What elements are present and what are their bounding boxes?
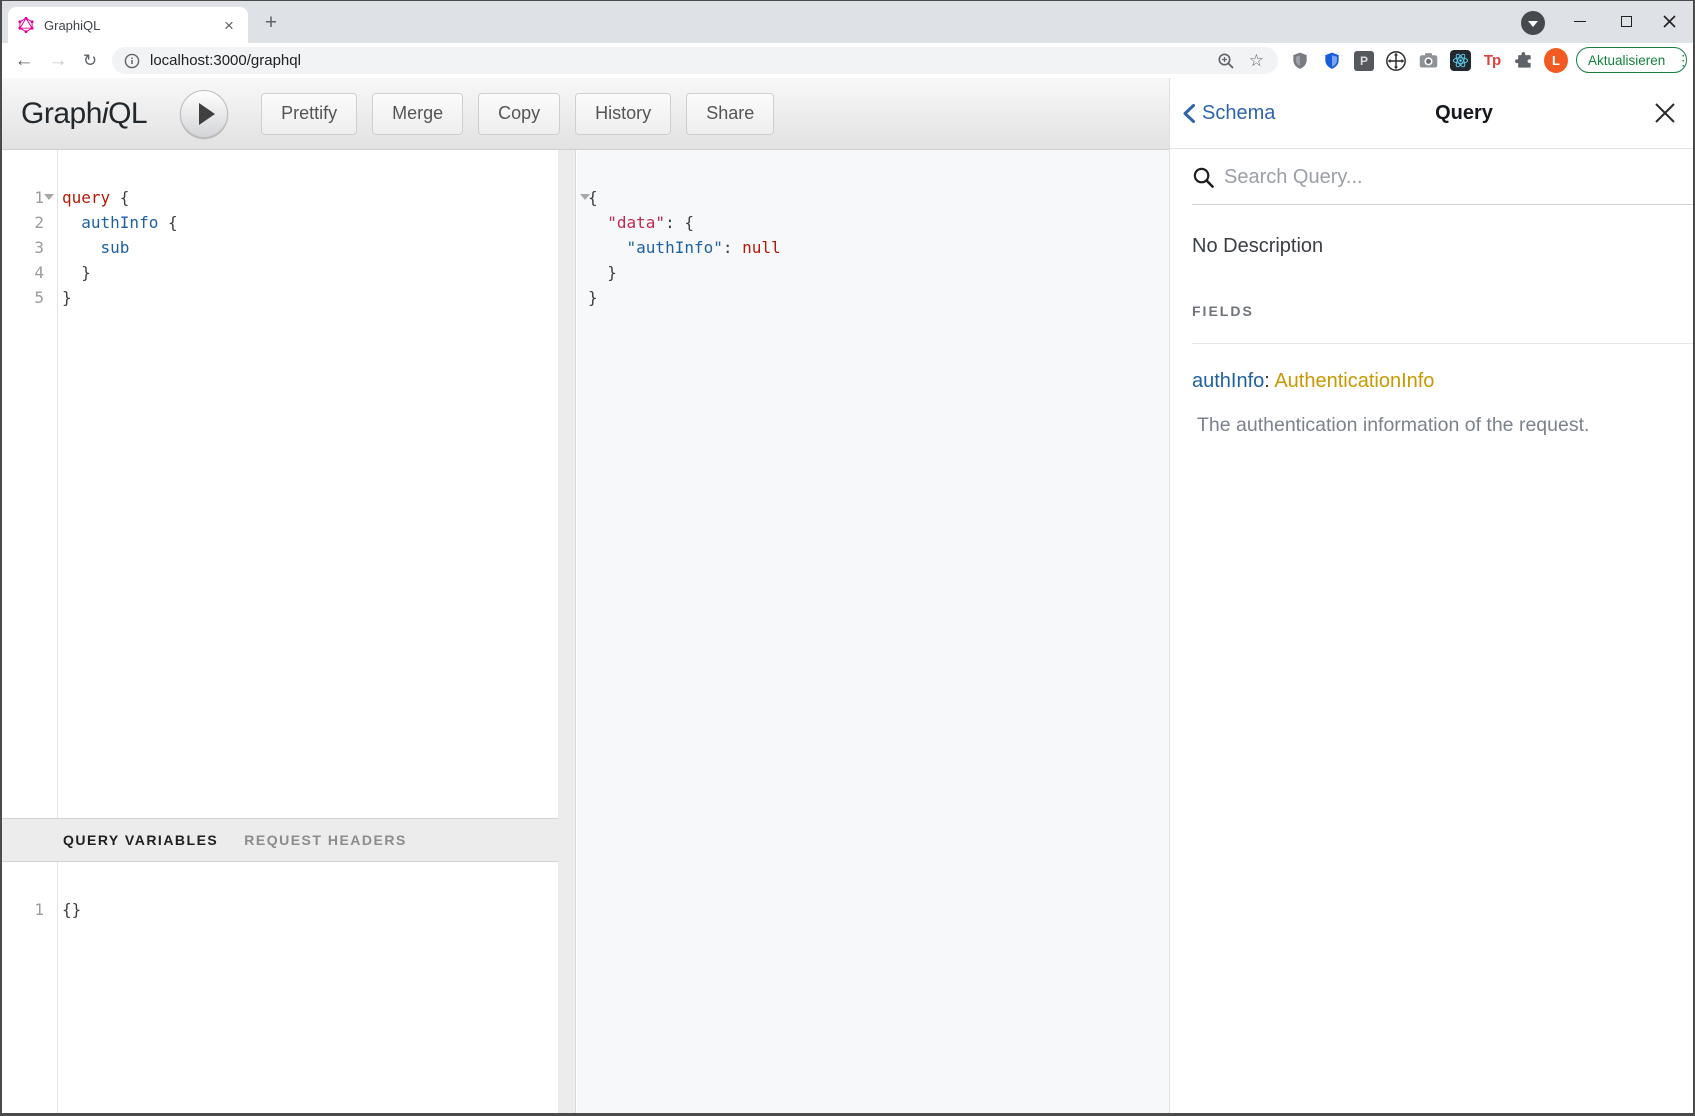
browser-menu-dots-icon[interactable]: ⋮	[1676, 52, 1690, 69]
variables-tab-bar: QUERY VARIABLES REQUEST HEADERS	[0, 818, 558, 862]
docs-back-label: Schema	[1202, 102, 1275, 125]
play-icon	[199, 103, 215, 125]
close-x-icon	[1663, 15, 1676, 28]
graphiql-logo: GraphiQL	[21, 97, 147, 131]
fields-divider	[1192, 343, 1695, 344]
window-border-top	[0, 0, 1695, 1]
code-line: }	[577, 260, 1169, 285]
prettify-button[interactable]: Prettify	[261, 93, 357, 135]
field-type-link[interactable]: AuthenticationInfo	[1274, 370, 1434, 392]
graphiql-toolbar-buttons: Prettify Merge Copy History Share	[261, 93, 774, 135]
history-button[interactable]: History	[575, 93, 671, 135]
p-badge-icon[interactable]: P	[1352, 49, 1376, 73]
query-code[interactable]: 1query {2 authInfo {3 sub4 }5}	[0, 185, 558, 310]
react-devtools-icon[interactable]	[1448, 49, 1472, 73]
tab-close-icon[interactable]: ×	[220, 17, 238, 34]
query-editor-pane[interactable]: 1query {2 authInfo {3 sub4 }5} QUERY VAR…	[0, 150, 558, 1116]
move-crosshair-icon[interactable]	[1384, 49, 1408, 73]
bitwarden-shield-icon[interactable]	[1320, 49, 1344, 73]
new-tab-button[interactable]: +	[258, 10, 284, 36]
search-icon	[1192, 166, 1215, 189]
docs-content: No Description FIELDS authInfo: Authenti…	[1170, 233, 1695, 438]
tab-request-headers[interactable]: REQUEST HEADERS	[244, 832, 407, 848]
tampermonkey-icon[interactable]: Tp	[1480, 49, 1504, 73]
code-line: 2 authInfo {	[0, 210, 558, 235]
update-button-label: Aktualisieren	[1588, 53, 1665, 68]
browser-window: GraphiQL × + ← → ↻ localhost:3000/graphq…	[0, 0, 1695, 1116]
graphql-favicon-icon	[18, 17, 34, 33]
code-line: }	[577, 285, 1169, 310]
chevron-left-icon	[1183, 104, 1195, 123]
back-button[interactable]: ←	[10, 43, 38, 78]
doc-explorer-panel: Schema Query Search Query... No Descript…	[1169, 78, 1695, 1116]
code-line: "authInfo": null	[577, 235, 1169, 260]
search-placeholder: Search Query...	[1224, 166, 1363, 189]
reload-button[interactable]: ↻	[76, 43, 104, 78]
chrome-update-arrow-icon[interactable]	[1521, 11, 1545, 35]
doc-explorer-header: Schema Query	[1170, 78, 1695, 149]
docs-search-field[interactable]: Search Query...	[1170, 149, 1695, 205]
fold-arrow-icon[interactable]	[44, 194, 54, 200]
zoom-icon[interactable]	[1217, 52, 1235, 70]
code-line: 4 }	[0, 260, 558, 285]
docs-panel-title: Query	[1293, 102, 1635, 125]
code-line: 1{}	[0, 897, 558, 922]
url-text[interactable]: localhost:3000/graphql	[150, 52, 1217, 69]
code-line: 3 sub	[0, 235, 558, 260]
variables-editor[interactable]: 1{}	[0, 897, 558, 922]
execute-query-button[interactable]	[180, 90, 228, 138]
code-line: {	[577, 185, 1169, 210]
puzzle-extensions-icon[interactable]	[1512, 49, 1536, 73]
pane-resize-handle[interactable]	[558, 150, 576, 1116]
bookmark-star-icon[interactable]: ☆	[1249, 52, 1264, 69]
address-bar[interactable]: localhost:3000/graphql ☆	[112, 47, 1278, 74]
window-border-left	[0, 0, 2, 1116]
field-description: The authentication information of the re…	[1192, 412, 1673, 438]
share-button[interactable]: Share	[686, 93, 774, 135]
result-pane: { "data": { "authInfo": null }}	[577, 150, 1169, 1116]
code-line: "data": {	[577, 210, 1169, 235]
copy-button[interactable]: Copy	[478, 93, 560, 135]
ublock-shield-icon[interactable]	[1288, 49, 1312, 73]
tab-title: GraphiQL	[44, 18, 220, 33]
type-description: No Description	[1192, 233, 1673, 259]
line-number: 1	[0, 897, 57, 922]
merge-button[interactable]: Merge	[372, 93, 463, 135]
code-line: 5}	[0, 285, 558, 310]
tab-strip: GraphiQL × +	[0, 0, 1695, 43]
line-number: 3	[0, 235, 57, 260]
docs-back-link[interactable]: Schema	[1183, 102, 1293, 125]
profile-avatar[interactable]: L	[1544, 49, 1568, 73]
chrome-update-button[interactable]: Aktualisieren ⋮	[1576, 47, 1687, 73]
search-underline	[1192, 204, 1695, 205]
result-json: { "data": { "authInfo": null }}	[577, 185, 1169, 310]
extensions-row: P Tp L	[1288, 43, 1568, 78]
window-close-button[interactable]	[1652, 6, 1686, 36]
camera-icon[interactable]	[1416, 49, 1440, 73]
close-x-icon	[1654, 102, 1676, 124]
page-info-icon[interactable]	[124, 53, 140, 69]
field-row: authInfo: AuthenticationInfo	[1192, 368, 1673, 394]
code-line: 1query {	[0, 185, 558, 210]
field-name-link[interactable]: authInfo	[1192, 370, 1264, 392]
window-maximize-button[interactable]	[1609, 6, 1643, 36]
graphiql-topbar: GraphiQL Prettify Merge Copy History Sha…	[0, 78, 1170, 150]
fold-arrow-icon[interactable]	[580, 194, 590, 200]
window-minimize-button[interactable]	[1563, 6, 1597, 36]
browser-tab-graphiql[interactable]: GraphiQL ×	[8, 7, 248, 43]
tab-query-variables[interactable]: QUERY VARIABLES	[63, 832, 218, 848]
line-number: 4	[0, 260, 57, 285]
forward-button: →	[44, 43, 72, 78]
docs-close-button[interactable]	[1635, 102, 1695, 124]
line-number: 5	[0, 285, 57, 310]
line-number: 2	[0, 210, 57, 235]
fields-heading: FIELDS	[1192, 303, 1673, 319]
